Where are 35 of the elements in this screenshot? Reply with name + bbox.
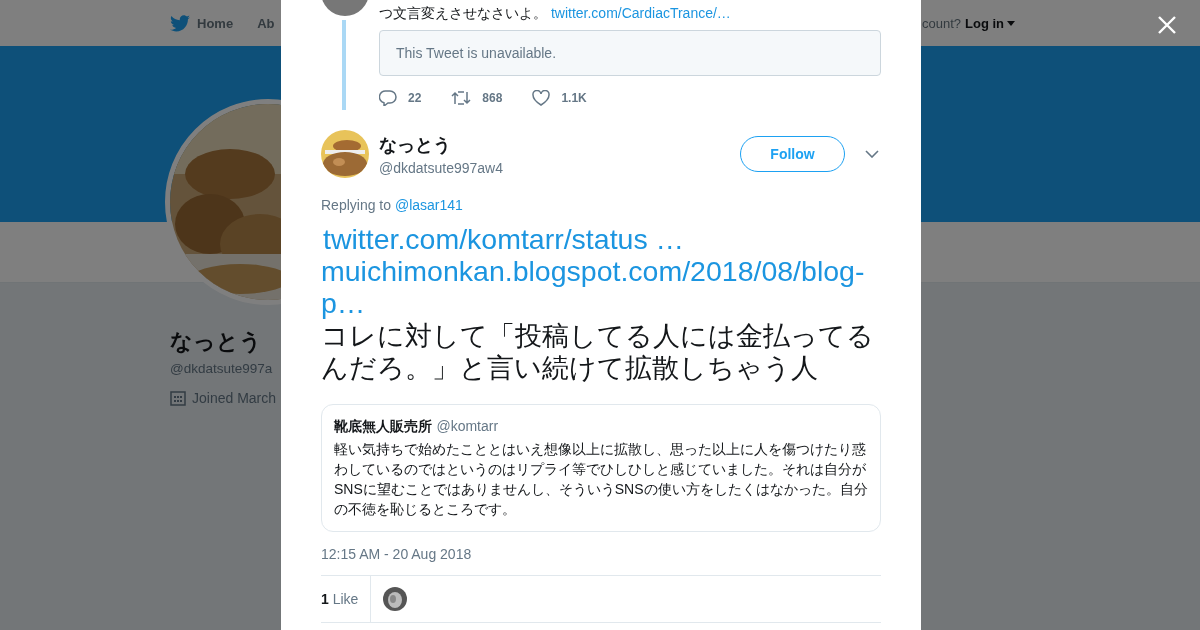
- tweet-link[interactable]: muichimonkan.blogspot.com/2018/08/blog-p…: [321, 255, 881, 319]
- quoted-tweet[interactable]: 靴底無人販売所 @komtarr 軽い気持ちで始めたこととはいえ想像以上に拡散し、思った以上に人を傷つけたり惑わしているのではというのはリプライ等でひしひしと感じていました。それは自分がSNSに望むことではありませんし、そういうSNSの使い方をしたくはなかった。自分の不徳を恥じるところです。: [321, 404, 881, 532]
- quote-handle: @komtarr: [436, 418, 499, 434]
- close-icon[interactable]: [1157, 15, 1177, 35]
- action-count: 868: [482, 91, 503, 105]
- tweet-link[interactable]: twitter.com/komtarr/status …: [321, 223, 881, 255]
- timestamp: 12:15 AM - 20 Aug 2018: [321, 546, 473, 562]
- like-count[interactable]: 1 Like: [321, 591, 359, 607]
- user-handle: @dkdatsute997aw4: [379, 159, 504, 176]
- quote-text: 軽い気持ちで始めたこととはいえ想像以上に拡散し、思った以上に人を傷つけたり惑わしているのではというのはリプライ等でひしひしと感じていました。それは自分がSNSに望むことではありませんし、そういうSNSの使い方をしたくはなかった。自分の不徳を恥じるところです。: [334, 440, 868, 519]
- nav-link[interactable]: Home: [170, 14, 234, 32]
- mention-link[interactable]: @lasar141: [394, 197, 463, 213]
- login-link[interactable]: Log in: [965, 15, 1015, 31]
- joined-date: Joined March: [192, 390, 277, 406]
- retweet-icon[interactable]: [451, 90, 472, 106]
- follow-button[interactable]: Follow: [740, 136, 845, 172]
- bird-icon: [170, 14, 190, 32]
- reply-icon[interactable]: [379, 90, 397, 106]
- quote-author: 靴底無人販売所: [334, 418, 432, 434]
- nav-link[interactable]: Ab: [257, 15, 275, 31]
- profile-handle: @dkdatsute997a: [170, 361, 274, 376]
- replying-label: Replying to: [321, 197, 392, 213]
- action-count: 1.1K: [561, 91, 587, 105]
- caret-icon: [1007, 20, 1015, 26]
- tweet-link[interactable]: twitter.com/CardiacTrance/…: [550, 5, 731, 21]
- tweet-text: つ文言変えさせなさいよ。 twitter.com/CardiacTrance/…: [379, 4, 732, 22]
- unavailable-notice: This Tweet is unavailable.: [379, 30, 881, 76]
- user-name: なっとう: [379, 133, 452, 157]
- account-prompt: count?: [921, 15, 961, 31]
- calendar-icon: [170, 390, 186, 406]
- heart-icon[interactable]: [532, 90, 551, 106]
- profile-name: なっとう: [170, 328, 263, 356]
- tweet-text: コレに対して「投稿してる人には金払ってるんだろ。」と言い続けて拡散しちゃう人: [321, 320, 875, 384]
- action-count: 22: [408, 91, 422, 105]
- chevron-icon[interactable]: [865, 150, 879, 158]
